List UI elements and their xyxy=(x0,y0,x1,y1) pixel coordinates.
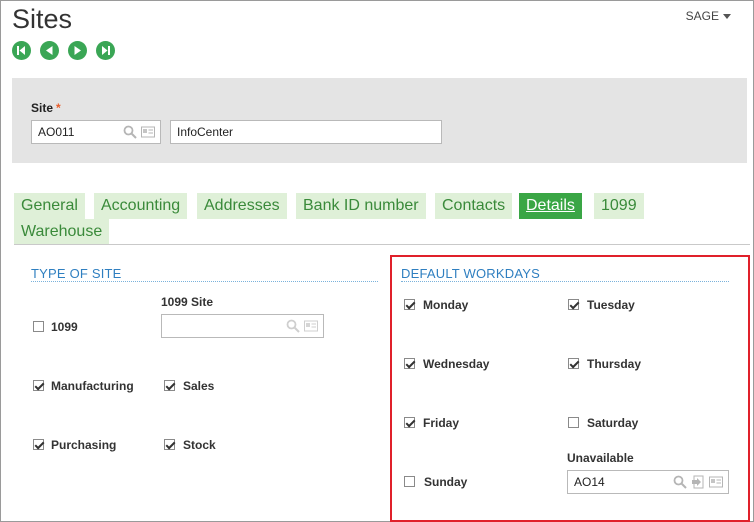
tab-details[interactable]: Details xyxy=(519,193,582,219)
site-header-panel: Site * AO011 InfoCenter xyxy=(12,78,747,163)
checkbox-wednesday[interactable] xyxy=(404,358,415,369)
section-divider xyxy=(31,281,378,282)
checkbox-wednesday-label: Wednesday xyxy=(423,357,490,371)
next-record-icon[interactable] xyxy=(68,41,87,60)
site-code-input[interactable]: AO011 xyxy=(31,120,161,144)
checkbox-friday[interactable] xyxy=(404,417,415,428)
site-1099-label: 1099 Site xyxy=(161,295,214,309)
site-1099-input[interactable] xyxy=(161,314,324,338)
checkbox-sales-label: Sales xyxy=(183,379,215,393)
checkbox-sales[interactable] xyxy=(164,380,175,391)
checkbox-thursday[interactable] xyxy=(568,358,579,369)
checkbox-monday-label: Monday xyxy=(423,298,469,312)
tab-addresses[interactable]: Addresses xyxy=(197,193,287,219)
checkbox-tuesday[interactable] xyxy=(568,299,579,310)
unavailable-label: Unavailable xyxy=(567,451,634,465)
tab-accounting[interactable]: Accounting xyxy=(94,193,188,219)
unavailable-input[interactable]: AO14 xyxy=(567,470,729,494)
type-of-site-title: TYPE OF SITE xyxy=(31,266,122,281)
search-icon[interactable] xyxy=(673,475,687,489)
checkbox-1099[interactable] xyxy=(33,321,44,332)
site-description-input[interactable]: InfoCenter xyxy=(170,120,442,144)
detail-card-icon[interactable] xyxy=(304,319,318,333)
site-field-label: Site * xyxy=(31,101,61,115)
page-title: Sites xyxy=(12,4,73,34)
tab-1099[interactable]: 1099 xyxy=(594,193,644,219)
company-menu[interactable]: SAGE xyxy=(686,9,731,23)
checkbox-1099-label: 1099 xyxy=(51,320,78,334)
checkbox-stock-label: Stock xyxy=(183,438,216,452)
chevron-down-icon xyxy=(723,14,731,20)
unavailable-value: AO14 xyxy=(574,475,605,489)
checkbox-manufacturing-label: Manufacturing xyxy=(51,379,134,393)
checkbox-saturday[interactable] xyxy=(568,417,579,428)
checkbox-thursday-label: Thursday xyxy=(587,357,642,371)
tab-warehouse[interactable]: Warehouse xyxy=(14,219,110,245)
default-workdays-title: DEFAULT WORKDAYS xyxy=(401,266,541,281)
checkbox-manufacturing[interactable] xyxy=(33,380,44,391)
tab-contacts[interactable]: Contacts xyxy=(435,193,513,219)
search-icon[interactable] xyxy=(123,125,137,139)
required-marker: * xyxy=(56,101,61,115)
first-record-icon[interactable] xyxy=(12,41,31,60)
previous-record-icon[interactable] xyxy=(40,41,59,60)
jump-to-icon[interactable] xyxy=(691,475,705,489)
checkbox-saturday-label: Saturday xyxy=(587,416,639,430)
checkbox-monday[interactable] xyxy=(404,299,415,310)
checkbox-sunday-label: Sunday xyxy=(424,475,468,489)
checkbox-purchasing[interactable] xyxy=(33,439,44,450)
checkbox-tuesday-label: Tuesday xyxy=(587,298,635,312)
site-description-value: InfoCenter xyxy=(177,125,234,139)
checkbox-purchasing-label: Purchasing xyxy=(51,438,117,452)
checkbox-friday-label: Friday xyxy=(423,416,460,430)
tab-general[interactable]: General xyxy=(14,193,85,219)
company-label: SAGE xyxy=(685,9,719,23)
checkbox-sunday[interactable] xyxy=(404,476,415,487)
details-content: TYPE OF SITE 1099 Site 1099 Manufacturin… xyxy=(14,244,750,522)
detail-card-icon[interactable] xyxy=(141,125,155,139)
last-record-icon[interactable] xyxy=(96,41,115,60)
tab-bank-id-number[interactable]: Bank ID number xyxy=(296,193,426,219)
checkbox-stock[interactable] xyxy=(164,439,175,450)
section-divider xyxy=(401,281,729,282)
record-navigation xyxy=(12,41,115,60)
site-code-value: AO011 xyxy=(38,125,75,139)
search-icon[interactable] xyxy=(286,319,300,333)
detail-card-icon[interactable] xyxy=(709,475,723,489)
